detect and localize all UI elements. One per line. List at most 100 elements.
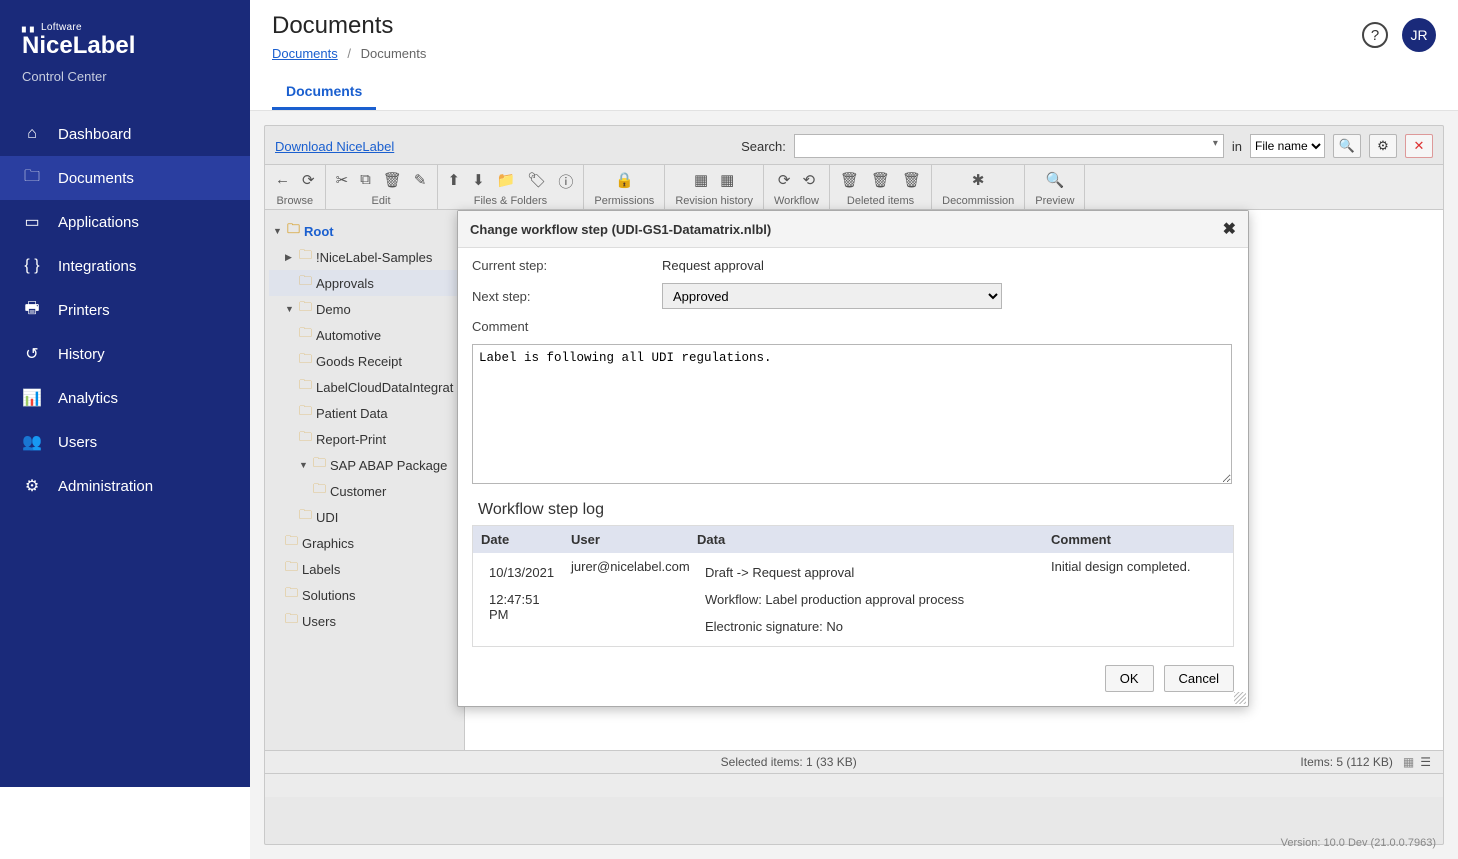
download-link[interactable]: Download NiceLabel — [275, 139, 394, 154]
comment-label: Comment — [472, 319, 662, 334]
lock-icon[interactable]: 🔒 — [615, 171, 634, 193]
dialog-title-bar[interactable]: Change workflow step (UDI-GS1-Datamatrix… — [458, 211, 1248, 248]
tabs: Documents — [272, 75, 1436, 110]
trash3-icon[interactable]: 🗑 — [902, 171, 921, 193]
tb-edit: ✂⧉🗑✎Edit — [326, 165, 438, 209]
chevron-down-icon[interactable]: ▾ — [1213, 138, 1218, 149]
nav-analytics[interactable]: 📊Analytics — [0, 376, 250, 420]
tree-item[interactable]: 🗀Labels — [269, 556, 460, 582]
tree-root[interactable]: ▼🗀Root — [269, 218, 460, 244]
tree-item[interactable]: 🗀UDI — [269, 504, 460, 530]
workflow-icon[interactable]: ⟳ — [778, 171, 791, 193]
dialog-body: Current step: Request approval Next step… — [458, 248, 1248, 655]
nav-label: Integrations — [58, 258, 136, 275]
breadcrumb-root[interactable]: Documents — [272, 46, 338, 61]
nav-label: Printers — [58, 302, 110, 319]
breadcrumb-current: Documents — [361, 46, 427, 61]
tree-item[interactable]: 🗀Report-Print — [269, 426, 460, 452]
tb-revision: ▦▦Revision history — [665, 165, 764, 209]
log-header: Date User Data Comment — [473, 526, 1233, 553]
status-bar: Selected items: 1 (33 KB) Items: 5 (112 … — [265, 750, 1443, 773]
info-icon[interactable]: ⓘ — [558, 171, 573, 193]
avatar[interactable]: JR — [1402, 18, 1436, 52]
close-icon[interactable]: ✖ — [1223, 219, 1236, 239]
back-icon[interactable]: ← — [275, 171, 290, 193]
folder-icon: 🗀 — [22, 168, 42, 188]
nav-documents[interactable]: 🗀Documents — [0, 156, 250, 200]
tb-decommission: ✱Decommission — [932, 165, 1025, 209]
cell-comment: Initial design completed. — [1043, 553, 1233, 646]
folder-icon: 🗀 — [313, 480, 326, 502]
tree-item[interactable]: 🗀Graphics — [269, 530, 460, 556]
tree: ▼🗀Root ▶🗀!NiceLabel-Samples 🗀Approvals ▼… — [265, 210, 465, 750]
folder-icon: 🗀 — [285, 610, 298, 632]
nav-applications[interactable]: ▭Applications — [0, 200, 250, 244]
log-table: Date User Data Comment 10/13/2021 12:47:… — [472, 525, 1234, 647]
upload-icon[interactable]: ⬆ — [448, 171, 461, 193]
search-field-select[interactable]: File name — [1250, 134, 1325, 158]
search-settings-button[interactable]: ⚙ — [1369, 134, 1397, 158]
tree-item[interactable]: 🗀Automotive — [269, 322, 460, 348]
nav: ⌂Dashboard 🗀Documents ▭Applications { }I… — [0, 112, 250, 508]
edit-icon[interactable]: ✎ — [414, 171, 427, 193]
nav-label: Users — [58, 434, 97, 451]
tree-item-demo[interactable]: ▼🗀Demo — [269, 296, 460, 322]
decommission-icon[interactable]: ✱ — [972, 171, 985, 193]
folder-icon: 🗀 — [299, 324, 312, 346]
cancel-button[interactable]: Cancel — [1164, 665, 1234, 692]
search-button[interactable]: 🔍 — [1333, 134, 1361, 158]
tree-item[interactable]: 🗀Customer — [269, 478, 460, 504]
next-step-select[interactable]: Approved — [662, 283, 1002, 309]
breadcrumb: Documents / Documents — [272, 46, 1436, 61]
tree-item[interactable]: 🗀LabelCloudDataIntegrat — [269, 374, 460, 400]
list-view-icon[interactable]: ☰ — [1420, 755, 1431, 769]
nav-users[interactable]: 👥Users — [0, 420, 250, 464]
cut-icon[interactable]: ✂ — [336, 171, 349, 193]
search-clear-button[interactable]: ✕ — [1405, 134, 1433, 158]
search-input[interactable] — [794, 134, 1224, 158]
nav-dashboard[interactable]: ⌂Dashboard — [0, 112, 250, 156]
newfolder-icon[interactable]: 📁 — [497, 171, 516, 193]
brand-sub: Control Center — [22, 69, 228, 84]
tb-workflow: ⟳⟲Workflow — [764, 165, 830, 209]
comment-textarea[interactable] — [472, 344, 1232, 484]
cell-data: Draft -> Request approval Workflow: Labe… — [689, 553, 1043, 646]
download-icon[interactable]: ⬇ — [472, 171, 485, 193]
revision2-icon[interactable]: ▦ — [720, 171, 734, 193]
tree-item-approvals[interactable]: 🗀Approvals — [269, 270, 460, 296]
status-selected: Selected items: 1 (33 KB) — [277, 755, 1300, 769]
nav-printers[interactable]: 🖶Printers — [0, 288, 250, 332]
tab-documents[interactable]: Documents — [272, 75, 376, 110]
copy-icon[interactable]: ⧉ — [360, 171, 371, 193]
trash2-icon[interactable]: 🗑 — [871, 171, 890, 193]
breadcrumb-sep: / — [347, 46, 351, 61]
tree-item[interactable]: 🗀Goods Receipt — [269, 348, 460, 374]
workflow2-icon[interactable]: ⟲ — [802, 171, 815, 193]
toolbar: ←⟳Browse ✂⧉🗑✎Edit ⬆⬇📁🏷ⓘFiles & Folders 🔒… — [265, 164, 1443, 210]
help-icon[interactable]: ? — [1362, 22, 1388, 48]
trash1-icon[interactable]: 🗑 — [840, 171, 859, 193]
tree-item[interactable]: 🗀Patient Data — [269, 400, 460, 426]
nav-administration[interactable]: ⚙Administration — [0, 464, 250, 508]
newlabel-icon[interactable]: 🏷 — [527, 171, 546, 193]
nav-integrations[interactable]: { }Integrations — [0, 244, 250, 288]
grid-view-icon[interactable]: ▦ — [1403, 755, 1414, 769]
log-row: 10/13/2021 12:47:51 PM jurer@nicelabel.c… — [473, 553, 1233, 646]
cell-user: jurer@nicelabel.com — [563, 553, 689, 646]
tree-item[interactable]: 🗀Solutions — [269, 582, 460, 608]
resize-grip[interactable] — [1234, 692, 1246, 704]
search-label: Search: — [741, 139, 786, 154]
search-in-label: in — [1232, 139, 1242, 154]
tree-item[interactable]: 🗀Users — [269, 608, 460, 634]
tree-item[interactable]: ▶🗀!NiceLabel-Samples — [269, 244, 460, 270]
revision-icon[interactable]: ▦ — [694, 171, 708, 193]
delete-icon[interactable]: 🗑 — [383, 171, 402, 193]
version-label: Version: 10.0 Dev (21.0.0.7963) — [1281, 837, 1436, 849]
ok-button[interactable]: OK — [1105, 665, 1154, 692]
tree-item-sap[interactable]: ▼🗀SAP ABAP Package — [269, 452, 460, 478]
current-step-value: Request approval — [662, 258, 764, 273]
preview-icon[interactable]: 🔍 — [1045, 171, 1064, 193]
col-user: User — [563, 526, 689, 553]
nav-history[interactable]: ↺History — [0, 332, 250, 376]
refresh-icon[interactable]: ⟳ — [302, 171, 315, 193]
